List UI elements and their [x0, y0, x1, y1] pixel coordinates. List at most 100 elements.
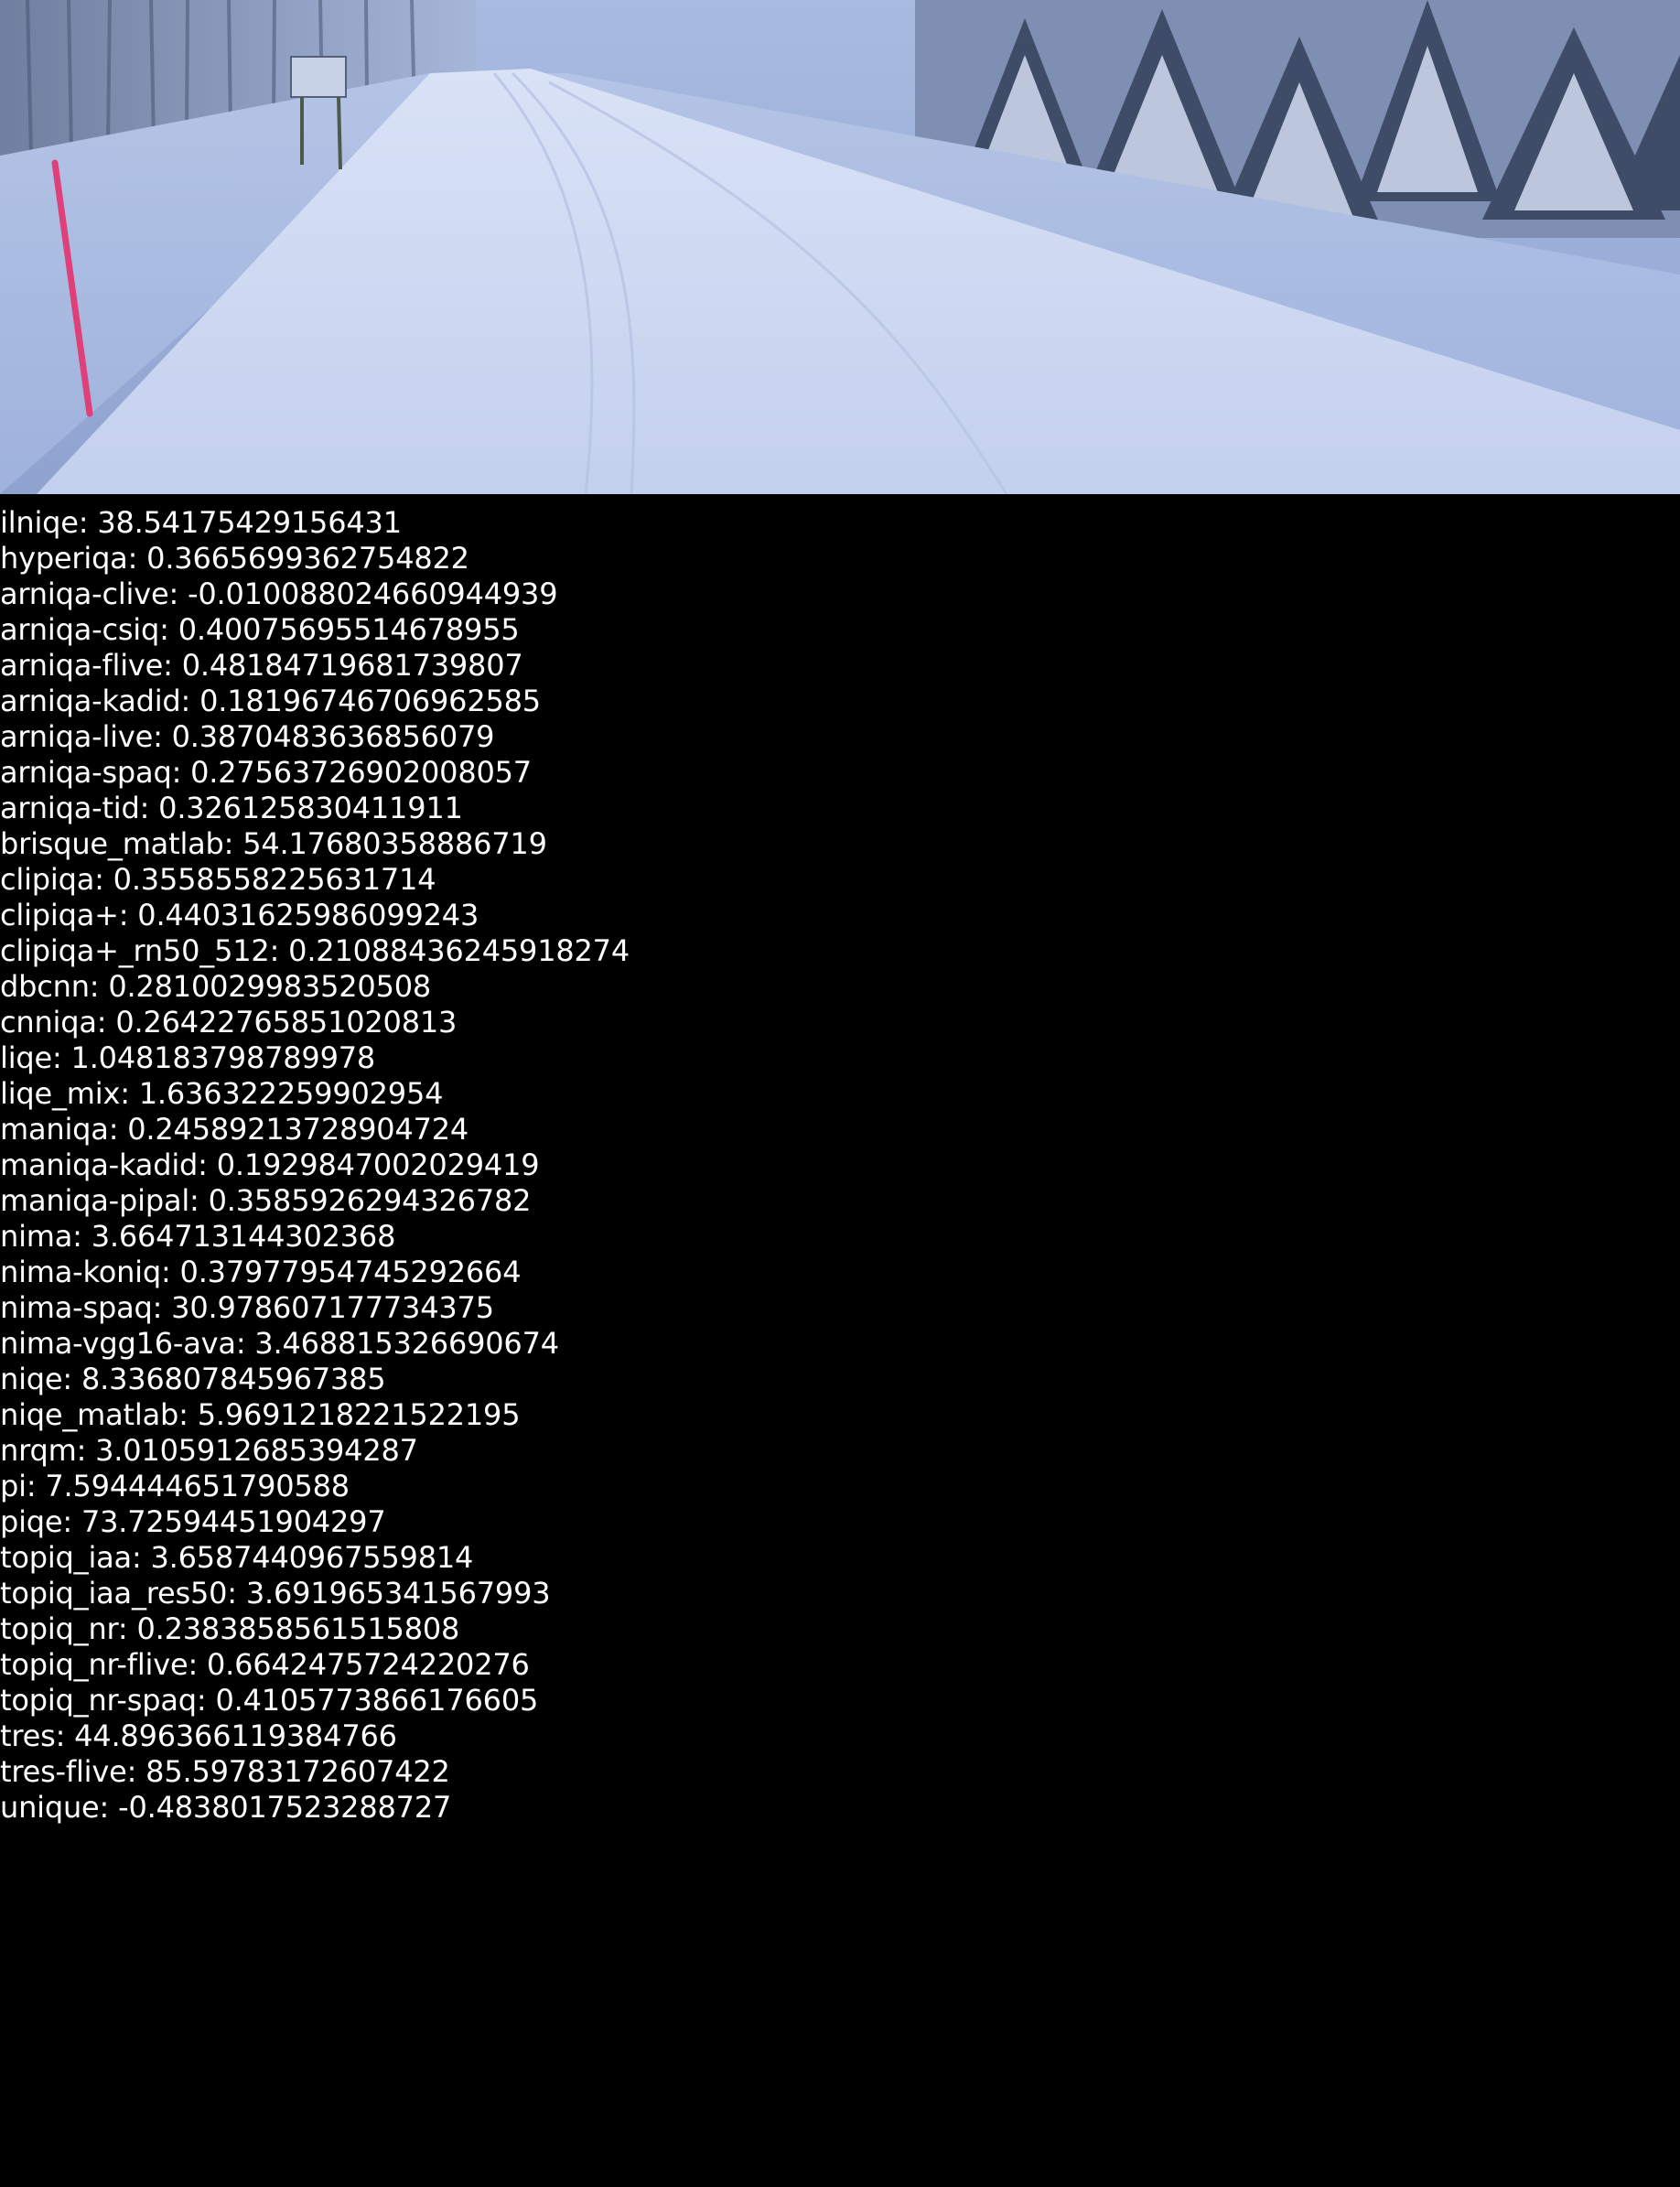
metric-row: nrqm: 3.0105912685394287	[0, 1433, 418, 1468]
metric-value: 0.3558558225631714	[113, 862, 436, 897]
metric-name: dbcnn	[0, 969, 90, 1004]
metric-value: 3.691965341567993	[245, 1576, 551, 1611]
metric-row: nima-spaq: 30.978607177734375	[0, 1290, 494, 1325]
metric-name: arniqa-live	[0, 719, 154, 754]
metric-row: clipiqa: 0.3558558225631714	[0, 862, 436, 897]
metric-value: 7.594444651790588	[45, 1469, 350, 1503]
metric-name: cnniqa	[0, 1005, 97, 1040]
metric-name: nima-koniq	[0, 1255, 161, 1289]
metric-row: piqe: 73.72594451904297	[0, 1504, 386, 1539]
metric-value: 0.2383858561515808	[136, 1611, 460, 1646]
metric-name: liqe_mix	[0, 1076, 121, 1111]
snowy-road-photo	[0, 0, 1680, 494]
metric-row: tres-flive: 85.59783172607422	[0, 1754, 450, 1789]
metric-value: 73.72594451904297	[81, 1504, 386, 1539]
metric-value: 0.26422765851020813	[115, 1005, 458, 1040]
metric-name: nrqm	[0, 1433, 77, 1468]
metric-row: cnniqa: 0.26422765851020813	[0, 1005, 458, 1040]
metric-value: 0.3870483636856079	[171, 719, 495, 754]
metric-row: dbcnn: 0.2810029983520508	[0, 969, 432, 1004]
metric-row: topiq_iaa: 3.6587440967559814	[0, 1540, 474, 1575]
metric-value: 0.48184719681739807	[181, 648, 523, 683]
metrics-list: ilniqe: 38.54175429156431 hyperiqa: 0.366…	[0, 505, 1680, 1826]
metric-row: ilniqe: 38.54175429156431	[0, 505, 402, 540]
metric-name: topiq_nr-flive	[0, 1647, 188, 1682]
metric-name: topiq_iaa	[0, 1540, 132, 1575]
metric-value: -0.010088024660944939	[188, 576, 558, 611]
metric-name: maniqa-kadid	[0, 1147, 199, 1182]
metric-name: arniqa-csiq	[0, 612, 160, 647]
metric-value: 1.636322259902954	[138, 1076, 444, 1111]
metric-value: 30.978607177734375	[171, 1290, 494, 1325]
metric-row: arniqa-kadid: 0.18196746706962585	[0, 684, 541, 718]
metric-row: arniqa-clive: -0.010088024660944939	[0, 576, 558, 611]
metric-name: clipiqa+	[0, 898, 119, 932]
metric-row: clipiqa+_rn50_512: 0.21088436245918274	[0, 933, 630, 968]
metric-row: clipiqa+: 0.44031625986099243	[0, 898, 479, 932]
metric-row: niqe_matlab: 5.9691218221522195	[0, 1397, 521, 1432]
metric-value: 0.326125830411911	[158, 791, 463, 825]
metric-row: tres: 44.896366119384766	[0, 1718, 397, 1753]
metric-value: 0.3585926294326782	[208, 1183, 532, 1218]
metric-value: 85.59783172607422	[145, 1754, 450, 1789]
metric-row: arniqa-csiq: 0.40075695514678955	[0, 612, 520, 647]
metric-row: liqe: 1.048183798789978	[0, 1040, 376, 1075]
metric-row: nima: 3.664713144302368	[0, 1219, 396, 1254]
metric-name: topiq_iaa_res50	[0, 1576, 228, 1611]
metric-row: pi: 7.594444651790588	[0, 1469, 350, 1503]
metric-value: 3.0105912685394287	[95, 1433, 418, 1468]
metric-name: ilniqe	[0, 505, 79, 540]
metric-name: topiq_nr	[0, 1611, 118, 1646]
metric-value: 3.664713144302368	[91, 1219, 396, 1254]
metric-row: maniqa: 0.24589213728904724	[0, 1112, 469, 1147]
metric-value: 8.336807845967385	[81, 1362, 386, 1396]
metric-row: topiq_nr: 0.2383858561515808	[0, 1611, 460, 1646]
metric-name: arniqa-kadid	[0, 684, 181, 718]
metric-name: tres-flive	[0, 1754, 127, 1789]
metric-name: arniqa-tid	[0, 791, 140, 825]
metric-name: piqe	[0, 1504, 63, 1539]
metric-row: nima-vgg16-ava: 3.468815326690674	[0, 1326, 559, 1361]
metric-name: arniqa-spaq	[0, 755, 172, 790]
metric-row: liqe_mix: 1.636322259902954	[0, 1076, 444, 1111]
metric-row: topiq_nr-flive: 0.6642475724220276	[0, 1647, 530, 1682]
metric-value: 5.9691218221522195	[197, 1397, 521, 1432]
metric-value: 0.2810029983520508	[108, 969, 432, 1004]
metric-row: arniqa-spaq: 0.27563726902008057	[0, 755, 532, 790]
metric-value: 38.54175429156431	[97, 505, 402, 540]
metric-name: clipiqa	[0, 862, 95, 897]
metric-name: hyperiqa	[0, 541, 128, 576]
metric-value: 0.6642475724220276	[207, 1647, 530, 1682]
metric-value: 0.24589213728904724	[127, 1112, 469, 1147]
metric-name: niqe	[0, 1362, 63, 1396]
metric-value: 54.17680358886719	[242, 826, 547, 861]
metric-row: topiq_nr-spaq: 0.4105773866176605	[0, 1683, 539, 1718]
metric-name: tres	[0, 1718, 56, 1753]
metric-name: arniqa-flive	[0, 648, 164, 683]
metric-value: 0.3665699362754822	[146, 541, 469, 576]
metric-row: topiq_iaa_res50: 3.691965341567993	[0, 1576, 551, 1611]
metric-value: 3.6587440967559814	[150, 1540, 474, 1575]
metric-value: -0.4838017523288727	[118, 1790, 452, 1825]
metric-row: maniqa-pipal: 0.3585926294326782	[0, 1183, 532, 1218]
metric-name: arniqa-clive	[0, 576, 169, 611]
metric-row: arniqa-flive: 0.48184719681739807	[0, 648, 523, 683]
metric-row: niqe: 8.336807845967385	[0, 1362, 386, 1396]
metric-row: arniqa-tid: 0.326125830411911	[0, 791, 463, 825]
metric-name: liqe	[0, 1040, 52, 1075]
metric-row: brisque_matlab: 54.17680358886719	[0, 826, 547, 861]
metric-name: topiq_nr-spaq	[0, 1683, 197, 1718]
metric-value: 0.4105773866176605	[215, 1683, 539, 1718]
metric-value: 0.18196746706962585	[199, 684, 541, 718]
metric-name: nima	[0, 1219, 73, 1254]
metric-value: 44.896366119384766	[74, 1718, 397, 1753]
metric-value: 0.37977954745292664	[179, 1255, 522, 1289]
metric-name: pi	[0, 1469, 27, 1503]
metric-row: arniqa-live: 0.3870483636856079	[0, 719, 495, 754]
metric-row: nima-koniq: 0.37977954745292664	[0, 1255, 522, 1289]
metric-row: maniqa-kadid: 0.1929847002029419	[0, 1147, 540, 1182]
metric-row: hyperiqa: 0.3665699362754822	[0, 541, 469, 576]
metric-name: maniqa	[0, 1112, 109, 1147]
metric-name: nima-vgg16-ava	[0, 1326, 236, 1361]
metric-value: 1.048183798789978	[70, 1040, 376, 1075]
